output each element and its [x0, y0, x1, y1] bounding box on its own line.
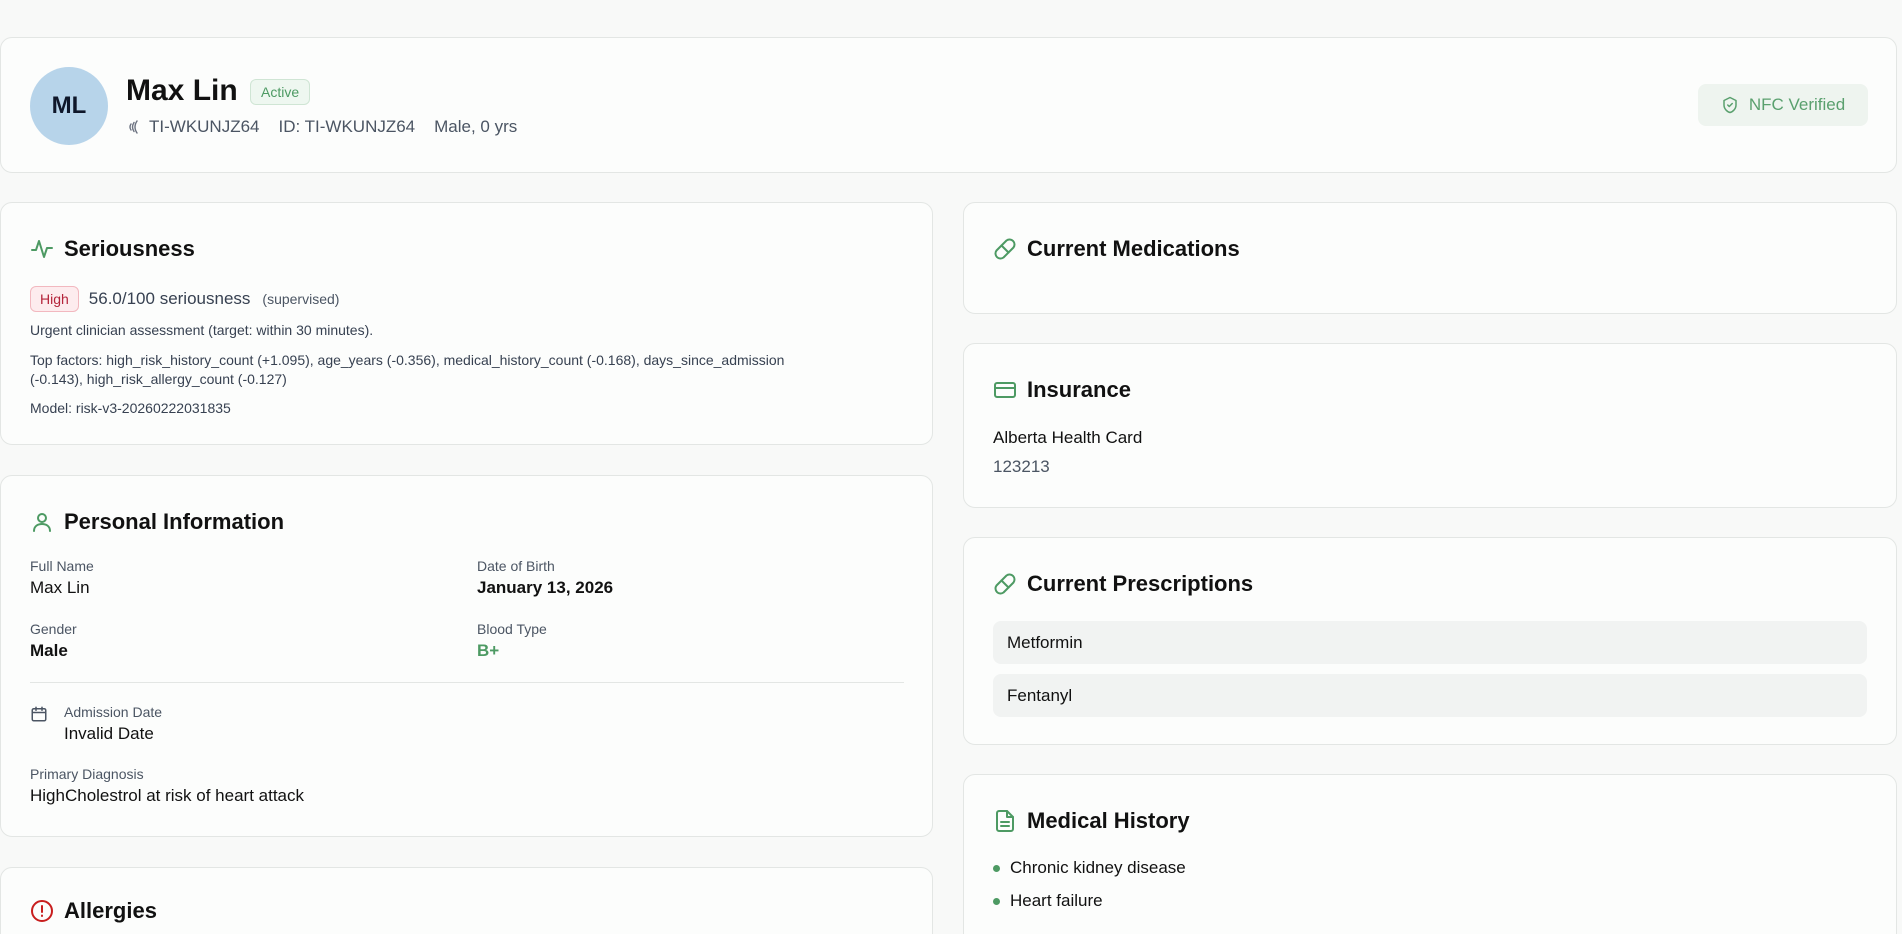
gender-label: Gender — [30, 621, 77, 637]
personal-info-title: Personal Information — [30, 509, 284, 535]
seriousness-title-text: Seriousness — [64, 236, 195, 261]
history-item: Heart failure — [993, 891, 1103, 911]
patient-demographics: Male, 0 yrs — [434, 117, 518, 136]
medications-title: Current Medications — [993, 236, 1240, 262]
divider — [30, 682, 904, 683]
shield-check-icon — [1723, 96, 1737, 114]
seriousness-card: Seriousness High 56.0/100 seriousness (s… — [0, 202, 933, 445]
primary-diagnosis-label: Primary Diagnosis — [30, 766, 144, 782]
primary-diagnosis-value: HighCholestrol at risk of heart attack — [30, 786, 305, 805]
medications-card: Current Medications — [963, 202, 1897, 314]
medical-history-card: Medical History Chronic kidney disease H… — [963, 774, 1897, 934]
patient-meta: TI-WKUNJZ64 ID: TI-WKUNJZ64 Male, 0 yrs — [127, 117, 517, 137]
alert-circle-icon — [31, 900, 53, 922]
gender-value: Male — [30, 641, 68, 660]
prescriptions-card: Current Prescriptions Metformin Fentanyl — [963, 537, 1897, 745]
admission-date-value: Invalid Date — [64, 724, 154, 743]
recommendation-text: Urgent clinician assessment (target: wit… — [30, 322, 374, 338]
file-text-icon — [996, 810, 1014, 832]
pill-icon — [994, 573, 1016, 595]
bullet — [993, 864, 1000, 872]
full-name-label: Full Name — [30, 558, 94, 574]
credit-card-icon — [994, 382, 1016, 398]
nfc-verified-badge: NFC Verified — [1698, 84, 1868, 126]
top-factors-line2: (-0.143), high_risk_allergy_count (-0.12… — [30, 371, 287, 387]
calendar-icon — [31, 706, 47, 722]
history-item-label: Chronic kidney disease — [1010, 858, 1186, 877]
medical-history-title: Medical History — [993, 808, 1190, 834]
history-item: Chronic kidney disease — [993, 858, 1186, 878]
history-item-label: Heart failure — [1010, 891, 1103, 910]
nfc-wave-icon — [129, 120, 138, 134]
nfc-tag-id: TI-WKUNJZ64 — [149, 117, 260, 136]
severity-row: High 56.0/100 seriousness (supervised) — [30, 286, 339, 312]
top-factors-line1: Top factors: high_risk_history_count (+1… — [30, 352, 785, 368]
seriousness-title: Seriousness — [30, 236, 195, 262]
dob-value: January 13, 2026 — [477, 578, 614, 597]
insurance-title: Insurance — [993, 377, 1131, 403]
medications-title-text: Current Medications — [1027, 236, 1240, 261]
patient-header-card: ML Max Lin Active TI-WKUNJZ64 ID: TI-WKU… — [0, 37, 1897, 173]
user-icon — [33, 513, 51, 532]
admission-date-label: Admission Date — [64, 704, 163, 720]
patient-id: ID: TI-WKUNJZ64 — [278, 117, 416, 136]
activity-icon — [31, 240, 53, 258]
allergies-title: Allergies — [30, 898, 157, 924]
status-badge: Active — [250, 79, 311, 105]
avatar: ML — [30, 67, 108, 145]
insurance-title-text: Insurance — [1027, 377, 1131, 402]
personal-info-title-text: Personal Information — [64, 509, 285, 534]
seriousness-score: 56.0/100 seriousness — [88, 289, 251, 308]
personal-info-card: Personal Information Full Name Max Lin D… — [0, 475, 933, 837]
medical-history-title-text: Medical History — [1027, 808, 1190, 833]
dob-label: Date of Birth — [477, 558, 555, 574]
insurance-provider: Alberta Health Card — [993, 428, 1143, 447]
allergies-title-text: Allergies — [64, 898, 157, 923]
insurance-number: 123213 — [993, 457, 1050, 476]
prescriptions-title: Current Prescriptions — [993, 571, 1253, 597]
nfc-verified-label: NFC Verified — [1748, 95, 1846, 114]
full-name-value: Max Lin — [30, 578, 90, 597]
prescriptions-title-text: Current Prescriptions — [1027, 571, 1254, 596]
patient-name: Max Lin — [126, 74, 238, 107]
prescription-item: Fentanyl — [993, 674, 1867, 717]
seriousness-mode: (supervised) — [262, 291, 340, 307]
model-version: Model: risk-v3-20260222031835 — [30, 400, 231, 416]
blood-type-value: B+ — [477, 641, 500, 660]
insurance-card: Insurance Alberta Health Card 123213 — [963, 343, 1897, 508]
blood-type-label: Blood Type — [477, 621, 547, 637]
allergies-card: Allergies — [0, 867, 933, 934]
prescription-item: Metformin — [993, 621, 1867, 664]
bullet — [993, 897, 1000, 905]
pill-icon — [994, 238, 1016, 260]
severity-badge: High — [30, 286, 79, 312]
